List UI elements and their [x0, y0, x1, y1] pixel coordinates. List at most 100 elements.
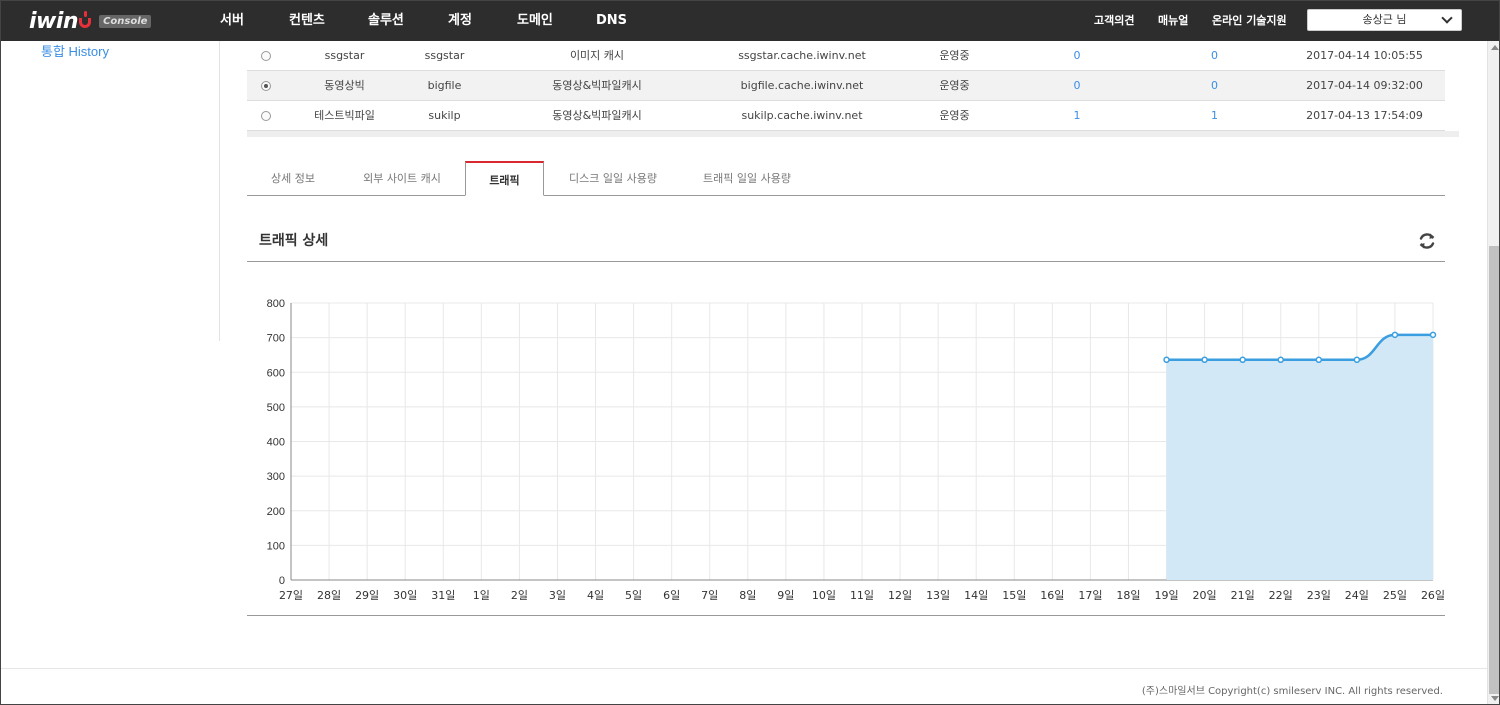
x-tick-label: 22일 [1269, 588, 1293, 602]
x-tick-label: 12일 [888, 588, 912, 602]
sidebar-item-history[interactable]: 통합 History [41, 41, 109, 60]
data-point [1429, 331, 1437, 339]
cell-count2[interactable]: 0 [1192, 71, 1237, 101]
y-tick-label: 0 [279, 575, 285, 587]
cell-status: 운영중 [939, 109, 970, 122]
footer-copyright: (주)스마일서브 Copyright(c) smileserv INC. All… [1141, 686, 1443, 697]
nav-server[interactable]: 서버 [220, 1, 244, 41]
x-tick-label: 14일 [964, 588, 988, 602]
y-tick-label: 400 [267, 437, 285, 449]
iwinv-logo[interactable]: iwin Console [29, 7, 152, 35]
cell-id: sukilp [428, 109, 461, 122]
row-radio-button[interactable] [261, 51, 271, 61]
cell-status: 운영중 [939, 79, 970, 92]
data-point [1239, 356, 1246, 364]
logo-smile-icon [79, 11, 92, 28]
cell-id: ssgstar [424, 49, 465, 62]
cell-count1[interactable]: 0 [1057, 71, 1097, 101]
detail-tabs: 상세 정보 외부 사이트 캐시 트래픽 디스크 일일 사용량 트래픽 일일 사용… [247, 161, 1445, 196]
cell-domain: ssgstar.cache.iwinv.net [738, 49, 866, 62]
tab-traffic-daily[interactable]: 트래픽 일일 사용량 [682, 161, 812, 196]
app-window: iwin Console 서버 컨텐츠 솔루션 계정 도메인 DNS 고객의견 … [0, 0, 1500, 705]
scroll-thumb[interactable] [1489, 246, 1499, 694]
cell-date: 2017-04-14 09:32:00 [1306, 79, 1423, 92]
cell-count1[interactable]: 0 [1057, 41, 1097, 71]
x-tick-label: 28일 [317, 588, 341, 602]
data-point [1315, 356, 1323, 364]
x-tick-label: 7일 [701, 588, 718, 602]
vertical-scrollbar[interactable] [1487, 41, 1499, 704]
cell-status: 운영중 [939, 49, 970, 62]
tab-detail-info[interactable]: 상세 정보 [247, 161, 339, 196]
util-feedback[interactable]: 고객의견 [1094, 1, 1134, 41]
cell-id: bigfile [427, 79, 462, 92]
x-tick-label: 18일 [1116, 588, 1140, 602]
data-point [1391, 331, 1399, 339]
x-tick-label: 8일 [739, 588, 756, 602]
x-tick-label: 16일 [1040, 588, 1064, 602]
nav-dns[interactable]: DNS [596, 1, 627, 41]
cell-count2[interactable]: 0 [1192, 41, 1237, 71]
util-tech-support[interactable]: 온라인 기술지원 [1212, 1, 1287, 41]
table-row[interactable]: 동영상빅 bigfile 동영상&빅파일캐시 bigfile.cache.iwinv.… [247, 71, 1445, 101]
cell-domain: bigfile.cache.iwinv.net [740, 79, 864, 92]
cell-count1[interactable]: 1 [1057, 101, 1097, 131]
console-badge: Console [99, 14, 152, 28]
y-tick-label: 800 [267, 298, 285, 310]
footer-divider [1, 668, 1487, 669]
x-tick-label: 21일 [1231, 588, 1255, 602]
scroll-up-arrow-icon[interactable] [1491, 45, 1499, 50]
x-tick-label: 6일 [663, 588, 680, 602]
cell-name: 테스트빅파일 [314, 109, 375, 122]
x-tick-label: 10일 [812, 588, 836, 602]
data-point [1277, 356, 1284, 364]
chevron-down-icon [1441, 12, 1453, 24]
x-tick-label: 2일 [511, 588, 528, 602]
row-radio-button[interactable] [261, 81, 271, 91]
user-menu-select[interactable]: 송상근 님 [1307, 9, 1462, 31]
row-radio-button[interactable] [261, 111, 271, 121]
nav-account[interactable]: 계정 [448, 1, 472, 41]
nav-contents[interactable]: 컨텐츠 [289, 1, 325, 41]
cell-name: ssgstar [324, 49, 365, 62]
nav-domain[interactable]: 도메인 [517, 1, 553, 41]
cell-count2[interactable]: 1 [1192, 101, 1237, 131]
logo-text: iwin [29, 8, 79, 34]
tab-traffic[interactable]: 트래픽 [465, 161, 544, 196]
x-tick-label: 20일 [1193, 588, 1217, 602]
x-tick-label: 5일 [625, 588, 642, 602]
x-tick-label: 26일 [1421, 588, 1445, 602]
cell-type: 이미지 캐시 [569, 49, 625, 62]
sidebar-divider [219, 41, 220, 341]
y-tick-label: 500 [267, 402, 285, 414]
tab-external-cache[interactable]: 외부 사이트 캐시 [347, 161, 457, 196]
cell-name: 동영상빅 [324, 79, 365, 92]
data-point [1201, 356, 1208, 364]
table-row[interactable]: 테스트빅파일 sukilp 동영상&빅파일캐시 sukilp.cache.iwinv.… [247, 101, 1445, 131]
x-tick-label: 9일 [777, 588, 794, 602]
y-tick-label: 600 [267, 367, 285, 379]
tab-disk-daily[interactable]: 디스크 일일 사용량 [552, 161, 674, 196]
x-tick-label: 17일 [1078, 588, 1102, 602]
x-tick-label: 1일 [473, 588, 490, 602]
y-tick-label: 100 [267, 540, 285, 552]
scroll-down-arrow-icon[interactable] [1491, 696, 1499, 701]
chart-bottom-divider [247, 615, 1445, 616]
x-tick-label: 4일 [587, 588, 604, 602]
x-tick-label: 11일 [850, 588, 874, 602]
cell-type: 동영상&빅파일캐시 [552, 109, 642, 122]
util-manual[interactable]: 매뉴얼 [1158, 1, 1188, 41]
table-row[interactable]: ssgstar ssgstar 이미지 캐시 ssgstar.cache.iwinv.… [247, 41, 1445, 71]
refresh-icon[interactable] [1417, 231, 1437, 251]
cell-type: 동영상&빅파일캐시 [552, 79, 642, 92]
nav-solution[interactable]: 솔루션 [368, 1, 404, 41]
table-footer-bar [247, 131, 1459, 137]
section-divider [247, 261, 1445, 262]
x-tick-label: 3일 [549, 588, 566, 602]
x-tick-label: 24일 [1345, 588, 1369, 602]
cell-domain: sukilp.cache.iwinv.net [741, 109, 863, 122]
data-point [1353, 356, 1361, 364]
series-area [1166, 334, 1433, 580]
x-tick-label: 30일 [393, 588, 417, 602]
cell-date: 2017-04-13 17:54:09 [1306, 109, 1423, 122]
